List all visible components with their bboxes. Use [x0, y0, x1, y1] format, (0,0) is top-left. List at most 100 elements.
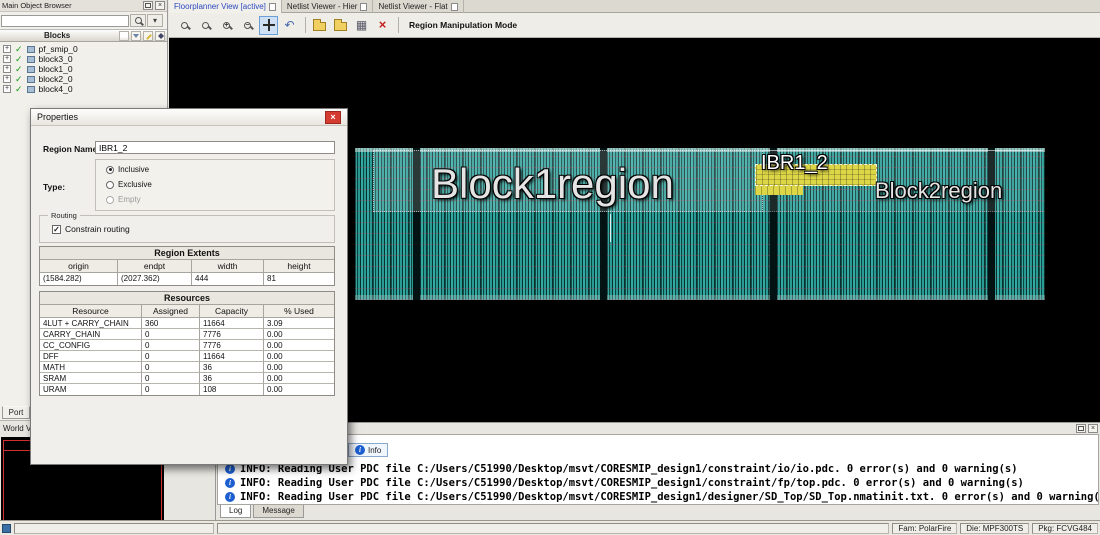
edit-icon[interactable] [143, 31, 153, 41]
io-row-bottom [355, 295, 1045, 300]
dialog-close-button[interactable]: × [325, 111, 341, 124]
column-header: height [264, 260, 334, 273]
resources-header-row: Resource Assigned Capacity % Used [40, 305, 334, 318]
minus-glyph: − [245, 23, 249, 28]
document-icon [269, 3, 276, 11]
grid-glyph: ▦ [356, 19, 367, 31]
filter-icon[interactable] [131, 31, 141, 41]
constrain-routing-option[interactable]: ✓ Constrain routing [52, 224, 130, 234]
zoom-fit-icon[interactable] [196, 16, 215, 35]
type-option-exclusive[interactable]: Exclusive [106, 180, 152, 189]
grid-icon[interactable]: ▦ [352, 16, 371, 35]
folder-glyph [334, 22, 347, 31]
tree-item[interactable]: + ✓ block2_0 [0, 74, 167, 84]
tree-item-label: block4_0 [39, 84, 73, 94]
resource-capacity: 36 [200, 373, 264, 384]
tree-item-label: block3_0 [39, 54, 73, 64]
crosshair-glyph [263, 19, 275, 31]
resource-assigned: 360 [142, 318, 200, 329]
resource-name: MATH [40, 362, 142, 373]
extents-value-row: (1584.282) (2027.362) 444 81 [40, 273, 334, 285]
tab-netlist-viewer-hier[interactable]: Netlist Viewer - Hier [282, 0, 374, 13]
region-label-block2: Block2region [875, 178, 1002, 204]
tree-item[interactable]: + ✓ block3_0 [0, 54, 167, 64]
sort-icon[interactable] [155, 31, 165, 41]
status-die: Die: MPF300TS [960, 523, 1029, 534]
block-icon [27, 66, 35, 73]
tab-info[interactable]: i Info [348, 443, 388, 457]
region-ibr1-2-tail[interactable] [755, 186, 803, 195]
region-manipulation-mode-icon[interactable] [259, 16, 278, 35]
type-option-inclusive[interactable]: Inclusive [106, 165, 149, 174]
resource-capacity: 108 [200, 384, 264, 395]
tab-label: Netlist Viewer - Flat [378, 2, 447, 11]
tab-port[interactable]: Port [2, 406, 30, 419]
checkbox-checked-icon[interactable]: ✓ [52, 225, 61, 234]
tab-netlist-viewer-flat[interactable]: Netlist Viewer - Flat [373, 0, 463, 13]
zoom-in-icon[interactable]: + [217, 16, 236, 35]
folder-glyph [313, 22, 326, 31]
document-tab-bar: Floorplanner View [active] Netlist Viewe… [169, 0, 1100, 13]
status-bar: Fam: PolarFire Die: MPF300TS Pkg: FCVG48… [0, 520, 1100, 535]
close-log-icon[interactable]: × [1088, 424, 1098, 433]
check-icon[interactable]: ✓ [15, 75, 23, 84]
tab-log[interactable]: Log [220, 505, 251, 518]
report-icon[interactable] [119, 31, 129, 41]
resource-used: 0.00 [264, 362, 334, 373]
column-header: endpt [118, 260, 192, 273]
block-icon [27, 46, 35, 53]
float-panel-icon[interactable] [143, 1, 153, 10]
fpga-fabric[interactable]: Block1region IBR1_2 Block2region [355, 148, 1045, 300]
expand-icon[interactable]: + [3, 55, 11, 63]
tree-item[interactable]: + ✓ pf_smip_0 [0, 44, 167, 54]
blocks-header-label[interactable]: Blocks [0, 31, 119, 40]
expand-icon[interactable]: + [3, 65, 11, 73]
info-icon: i [355, 445, 365, 455]
region-extents-table: Region Extents origin endpt width height… [39, 246, 335, 286]
tab-message[interactable]: Message [253, 505, 303, 518]
assign-region-icon[interactable] [331, 16, 350, 35]
delete-region-icon[interactable]: × [373, 16, 392, 35]
table-row: CC_CONFIG 0 7776 0.00 [40, 340, 334, 351]
properties-dialog-titlebar[interactable]: Properties × [31, 109, 347, 126]
mode-label: Region Manipulation Mode [409, 20, 517, 30]
tree-item-label: pf_smip_0 [39, 44, 78, 54]
zoom-out-icon[interactable]: − [238, 16, 257, 35]
tab-floorplanner-view[interactable]: Floorplanner View [active] [169, 0, 282, 13]
radio-icon[interactable] [106, 181, 114, 189]
document-icon [360, 3, 367, 11]
float-log-icon[interactable] [1076, 424, 1086, 433]
toolbar-separator [305, 17, 306, 33]
expand-icon[interactable]: + [3, 85, 11, 93]
check-icon[interactable]: ✓ [15, 45, 23, 54]
region-name-input[interactable] [95, 141, 335, 154]
object-browser-title: Main Object Browser [2, 1, 141, 10]
object-filter-input[interactable] [1, 15, 129, 27]
search-options-dropdown-icon[interactable]: ▾ [147, 14, 163, 27]
check-icon[interactable]: ✓ [15, 65, 23, 74]
status-segment [217, 523, 889, 534]
check-icon[interactable]: ✓ [15, 55, 23, 64]
zoom-window-icon[interactable] [175, 16, 194, 35]
tree-item[interactable]: + ✓ block4_0 [0, 84, 167, 94]
resource-name: SRAM [40, 373, 142, 384]
extents-height: 81 [264, 273, 334, 285]
tree-item[interactable]: + ✓ block1_0 [0, 64, 167, 74]
resource-capacity: 7776 [200, 340, 264, 351]
check-icon[interactable]: ✓ [15, 85, 23, 94]
radio-label: Inclusive [118, 165, 149, 174]
log-bottom-tabs: Log Message [216, 505, 306, 520]
resource-name: URAM [40, 384, 142, 395]
expand-icon[interactable]: + [3, 75, 11, 83]
expand-icon[interactable]: + [3, 45, 11, 53]
toolbar-separator [398, 17, 399, 33]
radio-selected-icon[interactable] [106, 166, 114, 174]
undo-zoom-icon[interactable]: ↶ [280, 16, 299, 35]
search-icon[interactable] [130, 14, 146, 27]
radio-label: Empty [118, 195, 141, 204]
column-header: width [192, 260, 264, 273]
new-region-icon[interactable] [310, 16, 329, 35]
extents-endpt: (2027.362) [118, 273, 192, 285]
tab-label: Netlist Viewer - Hier [287, 2, 358, 11]
close-panel-icon[interactable]: × [155, 1, 165, 10]
